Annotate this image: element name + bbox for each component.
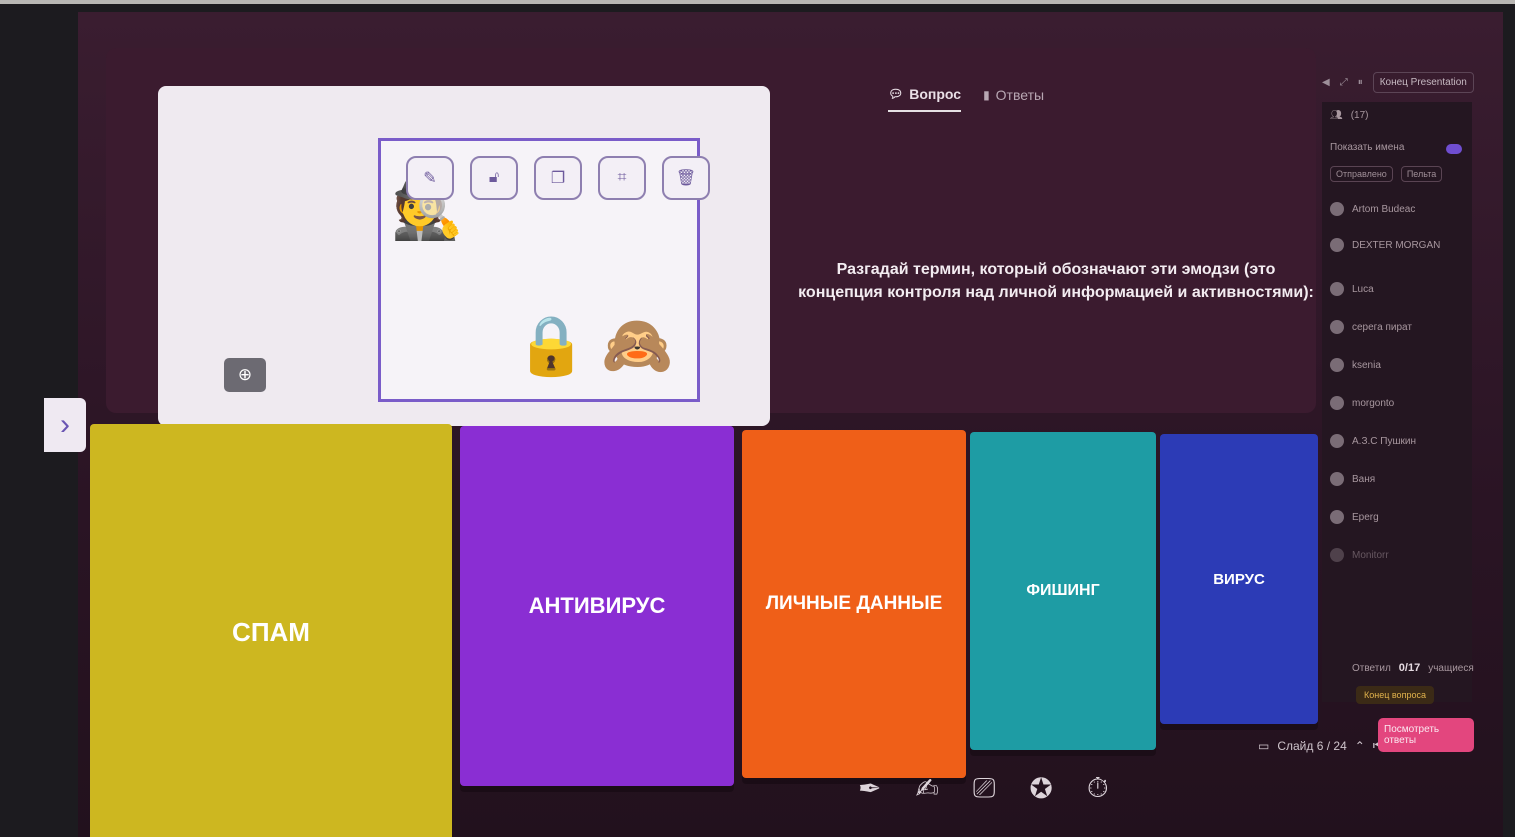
participant-item: DEXTER MORGAN — [1330, 238, 1440, 252]
zoom-in-icon[interactable]: ⊕ — [224, 358, 266, 392]
avatar — [1330, 548, 1344, 562]
screen-share-icon[interactable]: ⎚ — [973, 772, 995, 805]
filter-sent[interactable]: Отправлено — [1330, 166, 1393, 182]
trash-icon[interactable]: 🗑︎ — [662, 156, 710, 200]
monitor-frame: 🕵 🔒 🙈 ✎ 🔓︎ ❐ ⌗ 🗑︎ ⊕ Разгадай термин, кот… — [0, 4, 1515, 837]
participant-item: Monitorr — [1330, 548, 1389, 562]
timer-icon[interactable]: ⏱︎ — [1087, 772, 1109, 805]
participant-name: DEXTER MORGAN — [1352, 239, 1441, 251]
lock-emoji: 🔒 — [515, 313, 588, 378]
avatar — [1330, 396, 1344, 410]
avatar — [1330, 434, 1344, 448]
participant-name: Eperg — [1352, 511, 1379, 523]
answered-suffix: учащиеся — [1428, 662, 1474, 674]
participant-item: А.З.С Пушкин — [1330, 434, 1416, 448]
tab-answers[interactable]: ▮ Ответы — [983, 86, 1044, 112]
participant-item: ksenia — [1330, 358, 1381, 372]
avatar — [1330, 510, 1344, 524]
participant-name: серега пират — [1352, 321, 1412, 333]
answered-prefix: Ответил — [1352, 662, 1391, 674]
end-question-button[interactable]: Конец вопроса — [1356, 686, 1434, 704]
tab-question[interactable]: 💬︎ Вопрос — [888, 86, 962, 112]
avatar — [1330, 202, 1344, 216]
filter-row: Отправлено Пельта — [1330, 166, 1443, 182]
answer-option-2[interactable]: АНТИВИРУС — [460, 426, 734, 786]
see-no-evil-monkey-emoji: 🙈 — [601, 313, 674, 378]
answer-option-3[interactable]: ЛИЧНЫЕ ДАННЫЕ — [742, 430, 966, 778]
avatar — [1330, 238, 1344, 252]
spinner-wheel-icon[interactable]: ✪ — [1029, 772, 1052, 805]
bottom-toolbar: ✒︎ ✍︎ ⎚ ✪ ⏱︎ — [858, 772, 1109, 805]
pencil-icon[interactable]: ✎ — [406, 156, 454, 200]
avatar — [1330, 358, 1344, 372]
bar-chart-icon: ▮ — [983, 88, 990, 102]
answer-option-5[interactable]: ВИРУС — [1160, 434, 1318, 724]
answered-count: 0/17 — [1398, 662, 1421, 674]
pause-icon[interactable]: ⏸︎ — [1358, 77, 1363, 88]
participant-item: Artom Budeac — [1330, 202, 1415, 216]
show-names-row: Показать имена — [1330, 142, 1404, 153]
slide-navigation: ▭ Слайд 6 / 24 ⌃ ⏮︎ — [1258, 738, 1384, 753]
participant-name: А.З.С Пушкин — [1352, 435, 1416, 447]
avatar — [1330, 282, 1344, 296]
avatar — [1330, 472, 1344, 486]
answered-counter: Ответил 0/17 учащиеся — [1352, 662, 1474, 674]
show-answers-button[interactable]: Посмотреть ответы — [1378, 718, 1474, 752]
tab-answers-label: Ответы — [995, 87, 1045, 103]
participant-name: Luca — [1352, 283, 1374, 295]
participant-item: Eperg — [1330, 510, 1379, 524]
show-names-toggle[interactable] — [1446, 144, 1462, 154]
participant-name: Ваня — [1352, 473, 1376, 485]
participant-name: ksenia — [1352, 359, 1381, 371]
participant-name: Artom Budeac — [1352, 203, 1416, 215]
participant-name: morgonto — [1352, 397, 1395, 409]
participants-count: (17) — [1350, 110, 1369, 121]
end-presentation-button[interactable]: Конец Presentation — [1372, 72, 1474, 93]
show-names-label: Показать имена — [1330, 142, 1405, 153]
unlock-icon[interactable]: 🔓︎ — [470, 156, 518, 200]
tab-question-label: Вопрос — [909, 86, 962, 102]
question-image-card: 🕵 🔒 🙈 ✎ 🔓︎ ❐ ⌗ 🗑︎ ⊕ — [158, 86, 770, 426]
participant-name: Monitorr — [1352, 549, 1389, 561]
answer-option-4[interactable]: ФИШИНГ — [970, 432, 1156, 750]
participant-item: Ваня — [1330, 472, 1375, 486]
participants-sidebar: 👥︎ (17) Показать имена Отправлено Пельта… — [1322, 102, 1474, 704]
chat-bubble-icon: 💬︎ — [888, 87, 904, 101]
answer-option-1[interactable]: СПАМ — [90, 424, 452, 837]
slide-counter: Слайд 6 / 24 — [1277, 738, 1347, 753]
question-panel: 🕵 🔒 🙈 ✎ 🔓︎ ❐ ⌗ 🗑︎ ⊕ Разгадай термин, кот… — [106, 48, 1316, 426]
avatar — [1330, 320, 1344, 334]
presentation-screen: 🕵 🔒 🙈 ✎ 🔓︎ ❐ ⌗ 🗑︎ ⊕ Разгадай термин, кот… — [78, 12, 1503, 837]
screen-icon: ▭ — [1258, 738, 1270, 753]
fullscreen-icon[interactable]: ⤢ — [1340, 77, 1348, 88]
pen-icon[interactable]: ✒︎ — [858, 772, 881, 805]
speaker-icon[interactable]: ◀ — [1322, 77, 1330, 88]
participants-header: 👥︎ (17) — [1330, 110, 1369, 121]
expand-panel-chevron-icon[interactable]: › — [44, 398, 86, 452]
image-toolbar: ✎ 🔓︎ ❐ ⌗ 🗑︎ — [406, 156, 710, 200]
crop-icon[interactable]: ⌗ — [598, 156, 646, 200]
participant-item: morgonto — [1330, 396, 1394, 410]
users-icon: 👥︎ — [1330, 110, 1343, 121]
filter-pending[interactable]: Пельта — [1400, 166, 1443, 182]
sidebar-top-controls: ◀ ⤢ ⏸︎ Конец Presentation — [1322, 72, 1474, 93]
question-tabs: 💬︎ Вопрос ▮ Ответы — [888, 86, 1044, 112]
question-text: Разгадай термин, который обозначают эти … — [798, 261, 1314, 302]
whiteboard-icon[interactable]: ✍︎ — [915, 772, 938, 805]
participant-item: Luca — [1330, 282, 1374, 296]
participant-item: серега пират — [1330, 320, 1412, 334]
copy-icon[interactable]: ❐ — [534, 156, 582, 200]
chevron-up-icon[interactable]: ⌃ — [1355, 739, 1365, 753]
